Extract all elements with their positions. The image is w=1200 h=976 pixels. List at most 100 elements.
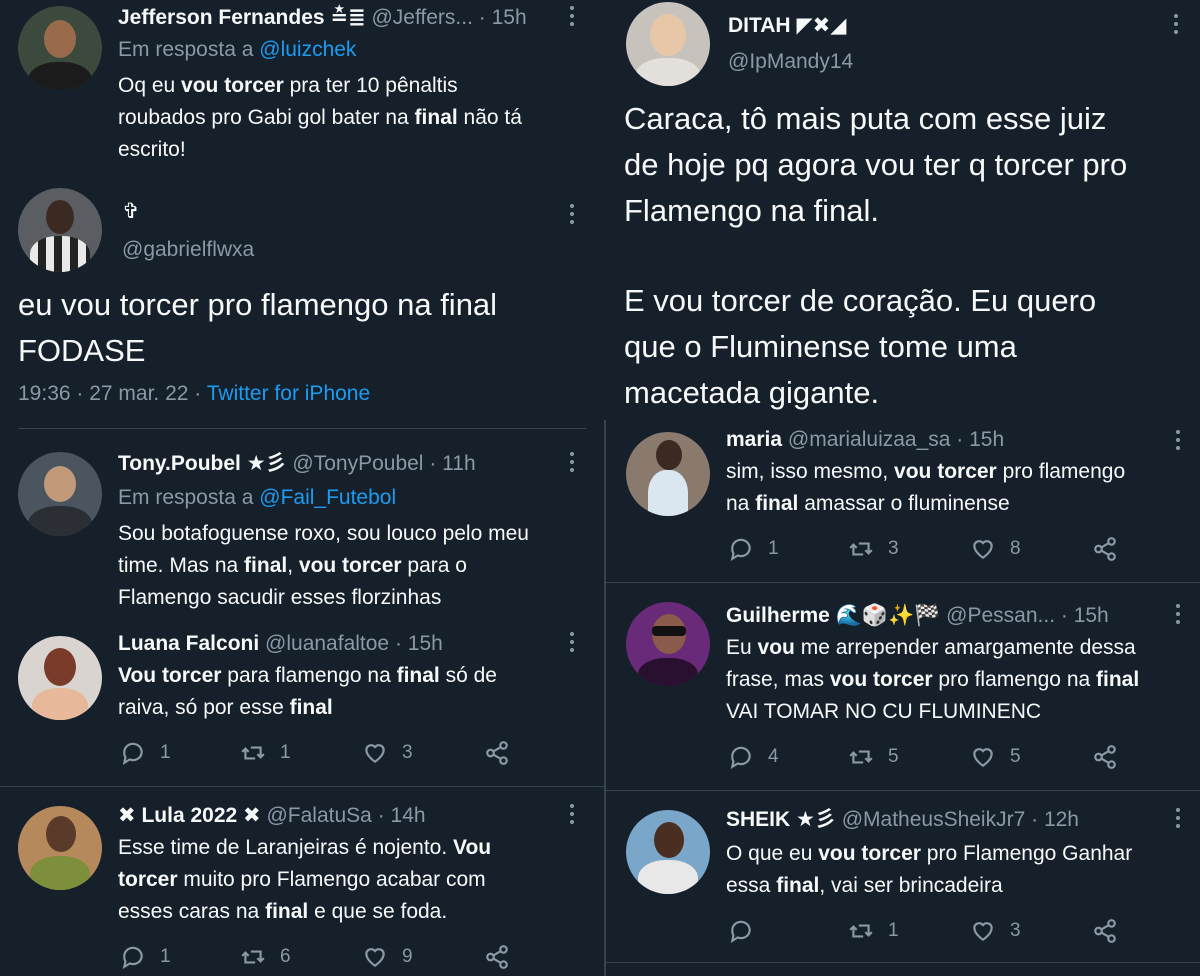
reply-button[interactable]: 1: [120, 738, 171, 768]
user-name-prefix: ✖: [118, 804, 136, 827]
tweet-text: Eu vou me arrepender amargamente dessa f…: [726, 636, 1140, 723]
more-options-icon[interactable]: [570, 632, 576, 656]
like-count: 8: [1010, 538, 1021, 559]
share-button[interactable]: [484, 738, 510, 768]
more-options-icon[interactable]: [1176, 604, 1182, 628]
tweet-actions: 1 3: [728, 916, 1128, 946]
user-handle[interactable]: @gabrielflwxa: [122, 234, 254, 266]
like-count: 3: [402, 742, 413, 763]
user-handle[interactable]: @IpMandy14: [728, 46, 853, 78]
divider: [606, 962, 1200, 963]
tweet-client[interactable]: Twitter for iPhone: [207, 382, 370, 405]
tweet-header: Guilherme 🌊🎲✨🏁 @Pessan... · 15h: [726, 600, 1109, 632]
avatar[interactable]: [626, 810, 710, 894]
reply-button[interactable]: 1: [728, 534, 779, 564]
avatar[interactable]: [18, 452, 102, 536]
tweet-header: Tony.Poubel ★彡 @TonyPoubel · 11h: [118, 448, 476, 480]
share-icon: [486, 741, 508, 765]
tweet-header: Luana Falconi @luanafaltoe · 15h: [118, 628, 443, 660]
share-button[interactable]: [1092, 916, 1118, 946]
tweet-actions: 1 1 3: [120, 738, 520, 768]
user-name[interactable]: ✞: [122, 196, 140, 228]
avatar[interactable]: [18, 636, 102, 720]
user-handle[interactable]: @MatheusSheikJr7: [842, 808, 1026, 831]
tweet-time[interactable]: · 15h: [479, 6, 527, 29]
avatar[interactable]: [626, 602, 710, 686]
retweet-icon: [849, 542, 873, 556]
like-button[interactable]: 9: [362, 942, 413, 972]
avatar[interactable]: [626, 432, 710, 516]
reply-button[interactable]: 1: [120, 942, 171, 972]
user-name-emoji: ✖: [243, 804, 261, 827]
reply-to-link[interactable]: @Fail_Futebol: [259, 486, 396, 509]
retweet-icon: [241, 746, 265, 760]
reply-context: Em resposta a @Fail_Futebol: [118, 486, 397, 509]
more-options-icon[interactable]: [570, 452, 576, 476]
retweet-button[interactable]: 5: [848, 742, 899, 772]
retweet-icon: [241, 950, 265, 964]
user-name-emoji: ★彡: [246, 452, 287, 475]
tweet-time[interactable]: · 15h: [395, 632, 443, 655]
avatar[interactable]: [18, 806, 102, 890]
reply-button[interactable]: [728, 916, 768, 946]
tweet-text: Caraca, tô mais puta com esse juiz de ho…: [624, 101, 1128, 410]
reply-to-link[interactable]: @luizchek: [259, 38, 356, 61]
user-handle[interactable]: @marialuizaa_sa: [788, 428, 951, 451]
avatar[interactable]: [18, 6, 102, 90]
like-button[interactable]: 8: [970, 534, 1021, 564]
tweet-header: ✖ Lula 2022 ✖ @FalatuSa · 14h: [118, 800, 426, 832]
user-name[interactable]: Luana Falconi: [118, 632, 259, 655]
tweet-time[interactable]: · 11h: [429, 452, 475, 475]
more-options-icon[interactable]: [570, 204, 576, 228]
tweet-timestamp[interactable]: 19:36 · 27 mar. 22 ·: [18, 382, 201, 405]
like-count: 9: [402, 946, 413, 967]
tweet-text: Oq eu vou torcer pra ter 10 pênaltis rou…: [118, 74, 522, 161]
user-handle[interactable]: @Jeffers...: [371, 6, 472, 29]
avatar[interactable]: [626, 2, 710, 86]
heart-icon: [365, 744, 385, 763]
retweet-button[interactable]: 6: [240, 942, 291, 972]
reply-icon: [730, 746, 751, 769]
user-name[interactable]: Tony.Poubel: [118, 452, 241, 475]
tweet-time[interactable]: · 15h: [956, 428, 1004, 451]
share-button[interactable]: [1092, 534, 1118, 564]
user-name[interactable]: maria: [726, 428, 782, 451]
retweet-button[interactable]: 1: [848, 916, 899, 946]
user-handle[interactable]: @FalatuSa: [266, 804, 371, 827]
more-options-icon[interactable]: [570, 804, 576, 828]
user-name[interactable]: DITAH: [728, 14, 791, 37]
share-button[interactable]: [1092, 742, 1118, 772]
retweet-button[interactable]: 3: [848, 534, 899, 564]
like-button[interactable]: 5: [970, 742, 1021, 772]
tweet-time[interactable]: · 14h: [378, 804, 426, 827]
tweet-time[interactable]: · 12h: [1031, 808, 1079, 831]
right-column: DITAH ◤✖◢ @IpMandy14 Caraca, tô mais put…: [606, 0, 1200, 976]
tweet-time[interactable]: · 15h: [1061, 604, 1109, 627]
user-name[interactable]: SHEIK: [726, 808, 790, 831]
retweet-button[interactable]: 1: [240, 738, 291, 768]
user-name[interactable]: Jefferson Fernandes: [118, 6, 325, 29]
user-handle[interactable]: @Pessan...: [946, 604, 1055, 627]
reply-count: 1: [160, 946, 171, 967]
user-handle[interactable]: @luanafaltoe: [265, 632, 389, 655]
reply-button[interactable]: 4: [728, 742, 779, 772]
tweet-actions: 1 6 9: [120, 942, 520, 972]
like-button[interactable]: 3: [970, 916, 1021, 946]
tweet-header: maria @marialuizaa_sa · 15h: [726, 424, 1004, 456]
more-options-icon[interactable]: [570, 6, 576, 30]
user-name-emoji: ≛≣: [330, 6, 366, 29]
more-options-icon[interactable]: [1174, 14, 1180, 38]
user-name-emoji: 🌊🎲✨🏁: [835, 604, 941, 627]
heart-icon: [973, 748, 993, 767]
like-button[interactable]: 3: [362, 738, 413, 768]
user-name[interactable]: Lula 2022: [141, 804, 237, 827]
reply-icon: [122, 742, 143, 765]
user-handle[interactable]: @TonyPoubel: [292, 452, 423, 475]
more-options-icon[interactable]: [1176, 808, 1182, 832]
user-name-emoji: ★彡: [796, 808, 836, 831]
share-button[interactable]: [484, 942, 510, 972]
user-name[interactable]: Guilherme: [726, 604, 830, 627]
divider: [606, 790, 1200, 791]
more-options-icon[interactable]: [1176, 430, 1182, 454]
avatar[interactable]: [18, 188, 102, 272]
